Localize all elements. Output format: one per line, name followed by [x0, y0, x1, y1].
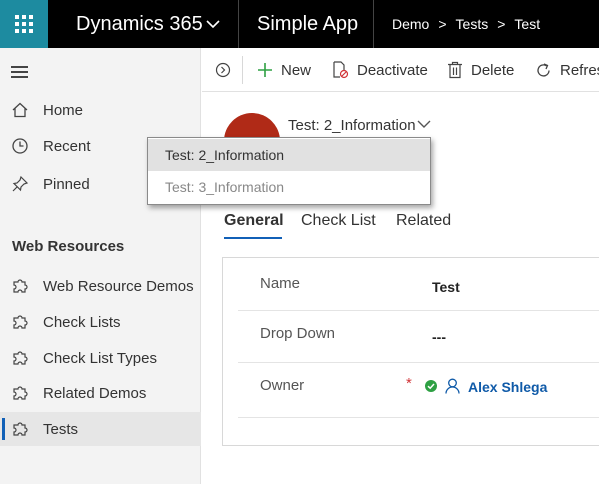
- divider: [238, 0, 239, 48]
- delete-button-label: Delete: [471, 61, 515, 79]
- refresh-button[interactable]: Refresh: [535, 48, 599, 92]
- sidebar-item-home[interactable]: Home: [0, 93, 201, 127]
- form-option[interactable]: Test: 3_Information: [148, 171, 430, 203]
- breadcrumb-item-demo[interactable]: Demo: [392, 16, 429, 32]
- divider: [238, 362, 599, 363]
- command-bar: New Deactivate Delete Refresh: [202, 48, 599, 92]
- active-indicator: [2, 418, 5, 440]
- sidebar-item-label: Home: [43, 101, 84, 119]
- puzzle-icon: [13, 351, 28, 365]
- puzzle-icon: [13, 422, 28, 436]
- sidebar-item-label: Tests: [43, 420, 79, 438]
- sidebar-item-label: Recent: [43, 137, 91, 155]
- product-name[interactable]: Dynamics 365: [76, 0, 203, 48]
- breadcrumb-item-test: Test: [514, 16, 541, 32]
- chevron-right-circle-icon: [215, 62, 231, 78]
- sidebar-item-label: Check Lists: [43, 313, 121, 331]
- divider: [238, 310, 599, 311]
- breadcrumb: Demo > Tests > Test: [392, 0, 540, 48]
- breadcrumb-separator-icon: >: [497, 16, 506, 32]
- home-icon: [12, 102, 28, 118]
- refresh-icon: [537, 62, 550, 76]
- drop-down-field[interactable]: ---: [432, 329, 446, 345]
- waffle-icon: [15, 15, 33, 33]
- pin-icon: [12, 175, 29, 192]
- sidebar-item-check-lists[interactable]: Check Lists: [0, 305, 201, 339]
- sidebar-item-related-demos[interactable]: Related Demos: [0, 376, 201, 410]
- top-navigation-bar: Dynamics 365 Simple App Demo > Tests > T…: [0, 0, 599, 48]
- delete-button[interactable]: Delete: [447, 48, 514, 92]
- breadcrumb-item-tests[interactable]: Tests: [456, 16, 489, 32]
- owner-lookup-link[interactable]: Alex Shlega: [468, 379, 547, 395]
- deactivate-button-label: Deactivate: [357, 61, 428, 79]
- trash-icon: [448, 61, 462, 79]
- form-section: Name Test Drop Down --- Owner * Alex Shl…: [222, 257, 599, 446]
- form-selector[interactable]: Test: 2_Information: [288, 117, 416, 134]
- new-button[interactable]: New: [257, 48, 311, 92]
- sidebar-item-check-list-types[interactable]: Check List Types: [0, 341, 201, 375]
- form-selector-label: Test: 2_Information: [288, 117, 416, 134]
- puzzle-icon: [13, 386, 28, 400]
- divider: [242, 56, 243, 84]
- tab-related[interactable]: Related: [396, 212, 451, 230]
- chevron-down-icon[interactable]: [416, 118, 432, 130]
- sidebar-item-label: Related Demos: [43, 384, 147, 402]
- sidebar-item-label: Check List Types: [43, 349, 157, 367]
- field-label-name: Name: [260, 275, 301, 292]
- new-button-label: New: [281, 61, 312, 79]
- breadcrumb-separator-icon: >: [438, 16, 447, 32]
- field-label-owner: Owner: [260, 377, 305, 394]
- hamburger-menu-icon[interactable]: [11, 66, 28, 81]
- tab-check-list[interactable]: Check List: [301, 212, 376, 230]
- tab-general[interactable]: General: [224, 212, 284, 230]
- required-marker: *: [406, 375, 412, 392]
- divider: [238, 417, 599, 418]
- field-label-drop-down: Drop Down: [260, 325, 336, 342]
- app-launcher-button[interactable]: [0, 0, 48, 48]
- refresh-button-label: Refresh: [560, 61, 599, 79]
- puzzle-icon: [13, 315, 28, 329]
- app-name[interactable]: Simple App: [257, 0, 358, 48]
- sidebar-section-title: Web Resources: [12, 238, 125, 255]
- sidebar-item-web-resource-demos[interactable]: Web Resource Demos: [0, 269, 201, 303]
- form-selector-dropdown: Test: 2_Information Test: 3_Information: [147, 137, 431, 205]
- puzzle-icon: [13, 279, 28, 293]
- form-option-selected[interactable]: Test: 2_Information: [148, 139, 430, 171]
- sidebar-item-tests[interactable]: Tests: [0, 412, 201, 446]
- deactivate-button[interactable]: Deactivate: [332, 48, 428, 92]
- sidebar: Home Recent Pinned Web Resources Web Res…: [0, 48, 201, 484]
- plus-icon: [258, 63, 272, 77]
- check-circle-icon: [425, 380, 437, 392]
- clock-icon: [12, 138, 28, 154]
- active-tab-indicator: [224, 237, 282, 239]
- sidebar-item-label: Pinned: [43, 175, 90, 193]
- divider: [373, 0, 374, 48]
- deactivate-icon: [333, 61, 349, 79]
- expand-button[interactable]: [215, 48, 239, 92]
- user-icon: [445, 378, 460, 394]
- sidebar-item-label: Web Resource Demos: [43, 277, 194, 295]
- chevron-down-icon[interactable]: [206, 19, 220, 29]
- name-field[interactable]: Test: [432, 279, 460, 295]
